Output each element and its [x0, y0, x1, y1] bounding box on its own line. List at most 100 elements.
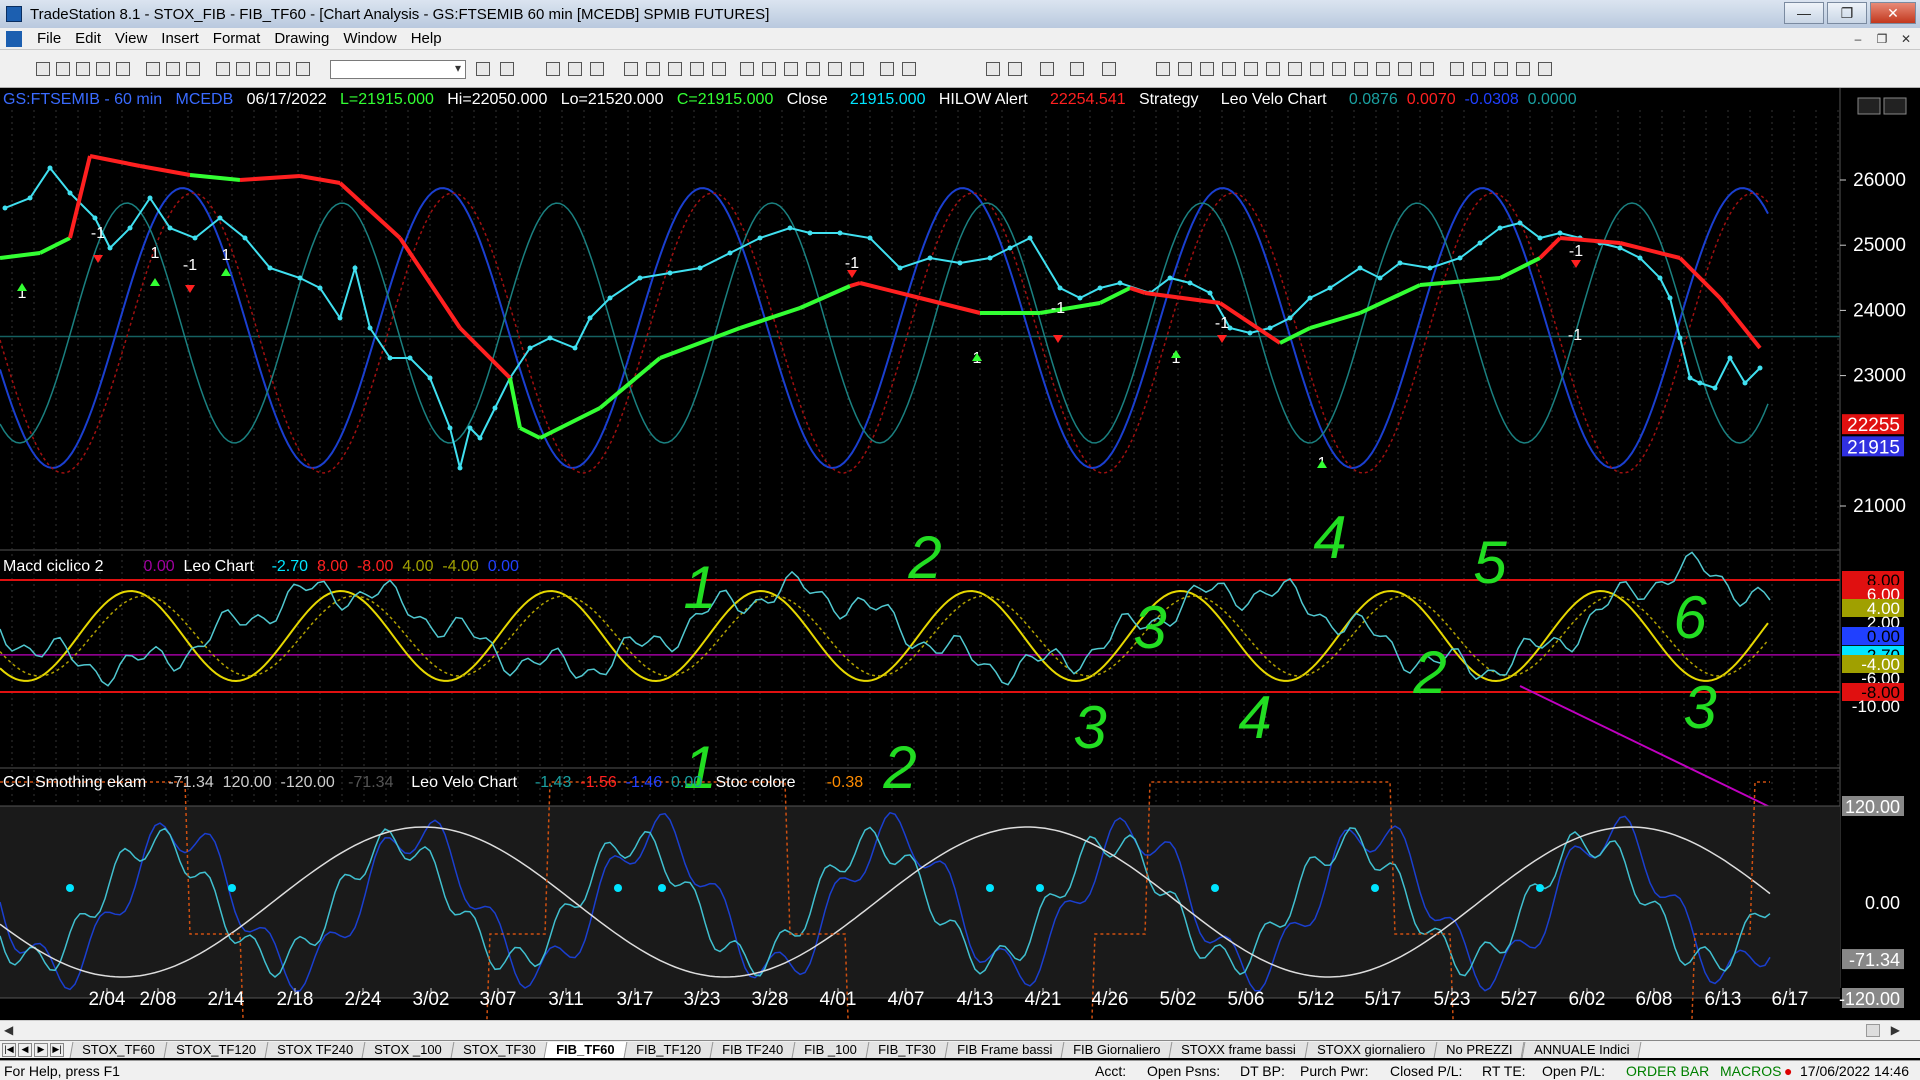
pointer-icon[interactable] [986, 62, 1000, 76]
channel-icon[interactable] [1222, 62, 1236, 76]
tab-fib-tf30[interactable]: FIB_TF30 [865, 1041, 948, 1058]
menu-edit[interactable]: Edit [68, 30, 108, 47]
fan-icon[interactable] [1354, 62, 1368, 76]
crosshair-icon[interactable] [1008, 62, 1022, 76]
bar-spacing-icon[interactable] [850, 62, 864, 76]
chart-analysis-icon[interactable] [546, 62, 560, 76]
tab-stox-tf240[interactable]: STOX TF240 [264, 1041, 366, 1058]
find-icon[interactable] [500, 62, 514, 76]
tab-stox-tf60[interactable]: STOX_TF60 [69, 1041, 168, 1058]
tab-stox-100[interactable]: STOX _100 [361, 1041, 454, 1058]
hbar-icon[interactable] [1178, 62, 1192, 76]
candlestick-icon[interactable] [762, 62, 776, 76]
pointfigure-icon[interactable] [806, 62, 820, 76]
open-icon[interactable] [56, 62, 70, 76]
mdi-minimize-button[interactable]: – [1848, 30, 1868, 47]
tab-stoxx-frame-bassi[interactable]: STOXX frame bassi [1168, 1041, 1309, 1058]
tab-last-icon[interactable]: ▶| [50, 1042, 64, 1057]
tab-fib-tf60[interactable]: FIB_TF60 [543, 1041, 628, 1058]
tab-fib-frame-bassi[interactable]: FIB Frame bassi [944, 1041, 1065, 1058]
cycle-icon[interactable] [1310, 62, 1324, 76]
menu-format[interactable]: Format [206, 30, 268, 47]
arrow-right-icon[interactable] [476, 62, 490, 76]
tab-fib-tf240[interactable]: FIB TF240 [709, 1041, 796, 1058]
scroll-icon[interactable] [828, 62, 842, 76]
strategy-icon[interactable] [646, 62, 660, 76]
regression-icon[interactable] [1376, 62, 1390, 76]
menu-drawing[interactable]: Drawing [267, 30, 336, 47]
ellipse-icon[interactable] [1494, 62, 1508, 76]
tab-stox-tf120[interactable]: STOX_TF120 [163, 1041, 269, 1058]
arrow-up-icon[interactable] [1472, 62, 1486, 76]
ruler-icon[interactable] [1420, 62, 1434, 76]
cut-icon[interactable] [166, 62, 180, 76]
tab-fib-giornaliero[interactable]: FIB Giornaliero [1060, 1041, 1173, 1058]
order-bar-button[interactable]: ORDER BAR [1626, 1063, 1709, 1079]
speed-lines-icon[interactable] [1288, 62, 1302, 76]
radar-icon[interactable] [568, 62, 582, 76]
lock-icon[interactable] [256, 62, 270, 76]
menu-window[interactable]: Window [336, 30, 403, 47]
trendline-icon[interactable] [1070, 62, 1084, 76]
tab-first-icon[interactable]: |◀ [2, 1042, 16, 1057]
restore-button[interactable]: ❐ [1827, 2, 1867, 24]
panel-minimize-button[interactable] [1857, 97, 1881, 115]
menu-help[interactable]: Help [404, 30, 449, 47]
expand-icon[interactable] [1102, 62, 1116, 76]
scanner-icon[interactable] [624, 62, 638, 76]
zoom-in-icon[interactable] [880, 62, 894, 76]
panel-maximize-button[interactable] [1883, 97, 1907, 115]
tab-next-icon[interactable]: ▶ [34, 1042, 48, 1057]
save-all-icon[interactable] [116, 62, 130, 76]
fib-icon[interactable] [1244, 62, 1258, 76]
tab-stox-tf30[interactable]: STOX_TF30 [450, 1041, 548, 1058]
menu-file[interactable]: File [30, 30, 68, 47]
tab-prev-icon[interactable]: ◀ [18, 1042, 32, 1057]
tab-fib-tf120[interactable]: FIB_TF120 [623, 1041, 714, 1058]
zoom-out-icon[interactable] [902, 62, 916, 76]
barchart-icon[interactable] [740, 62, 754, 76]
save-icon[interactable] [96, 62, 110, 76]
scroll-thumb[interactable] [1866, 1024, 1880, 1037]
indicator-icon[interactable] [668, 62, 682, 76]
menu-insert[interactable]: Insert [154, 30, 206, 47]
rectangle-icon[interactable] [1516, 62, 1530, 76]
tab-no-prezzi[interactable]: No PREZZI [1433, 1041, 1526, 1058]
new-icon[interactable] [36, 62, 50, 76]
workspace-icon[interactable] [76, 62, 90, 76]
andrews-icon[interactable] [1398, 62, 1412, 76]
mdi-restore-button[interactable]: ❐ [1872, 30, 1892, 47]
color-icon[interactable] [276, 62, 290, 76]
tools-icon[interactable] [1040, 62, 1054, 76]
vbar-icon[interactable] [1200, 62, 1214, 76]
pencil-icon[interactable] [1156, 62, 1170, 76]
tab-annuale-indici[interactable]: ANNUALE Indici [1521, 1041, 1642, 1058]
mdi-close-button[interactable]: ✕ [1896, 30, 1916, 47]
macros-button[interactable]: MACROS [1720, 1063, 1781, 1079]
print-icon[interactable] [146, 62, 160, 76]
chart-canvas[interactable]: 26000 25000 24000 23000 21000 2225521915 1 -1 1 -… [0, 88, 1920, 1020]
copy-icon[interactable] [186, 62, 200, 76]
text-icon[interactable] [1538, 62, 1552, 76]
tab-stoxx-giornaliero[interactable]: STOXX giornaliero [1304, 1041, 1438, 1058]
scroll-left-icon[interactable]: ◀ [4, 1023, 13, 1037]
menu-view[interactable]: View [108, 30, 154, 47]
arrow-down-icon[interactable] [1450, 62, 1464, 76]
minimize-button[interactable]: — [1784, 2, 1824, 24]
linechart-icon[interactable] [784, 62, 798, 76]
chart-analysis-window[interactable]: 26000 25000 24000 23000 21000 22255 21915 1 -1 1 -… [0, 88, 1920, 1020]
chart-window-icon[interactable] [6, 30, 22, 47]
close-button[interactable]: ✕ [1870, 2, 1916, 24]
tile-icon[interactable] [236, 62, 250, 76]
arc-icon[interactable] [1332, 62, 1346, 76]
data-window-icon[interactable] [712, 62, 726, 76]
scroll-right-icon[interactable]: ▶ [1891, 1023, 1900, 1037]
gann-icon[interactable] [1266, 62, 1280, 76]
horizontal-scrollbar[interactable]: ◀ ▶ [0, 1020, 1920, 1040]
window-icon[interactable] [216, 62, 230, 76]
tab-fib-100[interactable]: FIB _100 [791, 1041, 870, 1058]
symbol-dropdown[interactable] [330, 60, 466, 79]
format-icon[interactable] [690, 62, 704, 76]
matrix-icon[interactable] [590, 62, 604, 76]
globe-icon[interactable] [296, 62, 310, 76]
